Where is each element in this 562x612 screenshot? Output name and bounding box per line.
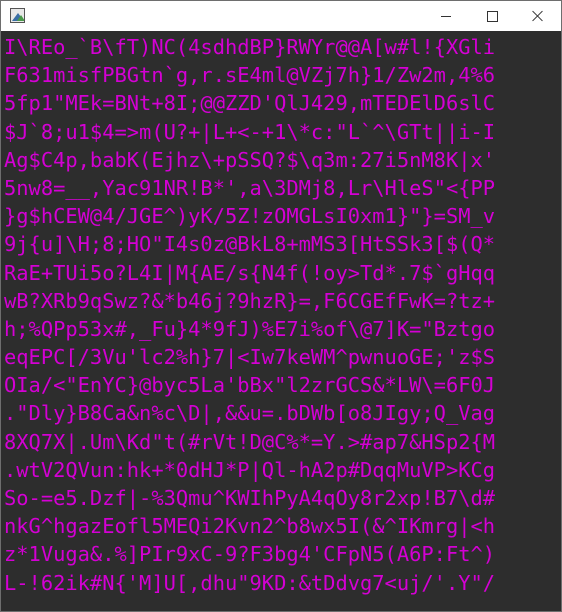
- terminal-line: 8XQ7X|.Um\Kd"t(#rVt!D@C%*=Y.>#ap7&HSp2{M: [4, 429, 496, 454]
- app-window-icon[interactable]: [10, 8, 25, 23]
- terminal-line: 5fp1"MEk=BNt+8I;@@ZZD'QlJ429,mTEDElD6slC: [4, 91, 496, 116]
- terminal-line: nkG^hgazEofl5MEQi2Kvn2^b8wx5I(&^IKmrg|<h: [4, 514, 496, 539]
- maximize-button[interactable]: [469, 1, 515, 31]
- terminal-line: eqEPC[/3Vu'lc2%h}7|<Iw7keWM^pwnuoGE;'z$S: [4, 345, 496, 370]
- terminal-line: L-!62ik#N{'M]U[,dhu"9KD:&tDdvg7<uj/'.Y"/: [4, 570, 496, 595]
- terminal-line: F631misfPBGtn`g,r.sE4ml@VZj7h}1/Zw2m,4%6: [4, 63, 496, 88]
- close-button[interactable]: [515, 1, 561, 31]
- close-icon: [532, 10, 544, 22]
- terminal-window: I\REo_`B\fT)NC(4sdhdBP}RWYr@@A[w#l!{XGli…: [0, 0, 562, 612]
- terminal-line: 5nw8=__,Yac91NR!B*',a\3DMj8,Lr\HleS"<{PP: [4, 175, 496, 200]
- minimize-icon: [441, 15, 451, 17]
- terminal-line: $J`8;u1$4=>m(U?+|L+<-+1\*c:"L`^\GTt||i-I: [4, 119, 496, 144]
- terminal-line: }g$hCEW@4/JGE^)yK/5Z!zOMGLsI0xm1}"}=SM_v: [4, 204, 496, 229]
- title-bar[interactable]: [1, 1, 561, 31]
- terminal-line: z*1Vuga&.%]PIr9xC-9?F3bg4'CFpN5(A6P:Ft^): [4, 542, 496, 567]
- terminal-line: 9j{u]\H;8;HO"I4s0z@BkL8+mMS3[HtSSk3[$(Q*: [4, 232, 496, 257]
- terminal-line: ."Dly}B8Ca&n%c\D|,&&u=.bDWb[o8JIgy;Q_Vag: [4, 401, 496, 426]
- terminal-line: RaE+TUi5o?L4I|M{AE/s{N4f(!oy>Td*.7$`gHqq: [4, 260, 496, 285]
- terminal-line: .wtV2QVun:hk+*0dHJ*P|Ql-hA2p#DqqMuVP>KCg: [4, 457, 496, 482]
- terminal-line: I\REo_`B\fT)NC(4sdhdBP}RWYr@@A[w#l!{XGli: [4, 35, 496, 59]
- maximize-icon: [486, 10, 498, 22]
- terminal-line: h;%QPp53x#,_Fu}4*9fJ)%E7i%of\@7]K="Bztgo: [4, 316, 496, 341]
- terminal-line: wB?XRb9qSwz?&*b46j?9hzR}=,F6CGEfFwK=?tz+: [4, 288, 496, 313]
- terminal-line: Ag$C4p,babK(Ejhz\+pSSQ?$\q3m:27i5nM8K|x': [4, 147, 496, 172]
- terminal-line: OIa/<"EnYC}@byc5La'bBx"l2zrGCS&*LW\=6F0J: [4, 373, 496, 398]
- terminal-output[interactable]: I\REo_`B\fT)NC(4sdhdBP}RWYr@@A[w#l!{XGli…: [4, 33, 561, 611]
- terminal-line: So-=e5.Dzf|-%3Qmu^KWIhPyA4qOy8r2xp!B7\d#: [4, 486, 496, 510]
- minimize-button[interactable]: [423, 1, 469, 31]
